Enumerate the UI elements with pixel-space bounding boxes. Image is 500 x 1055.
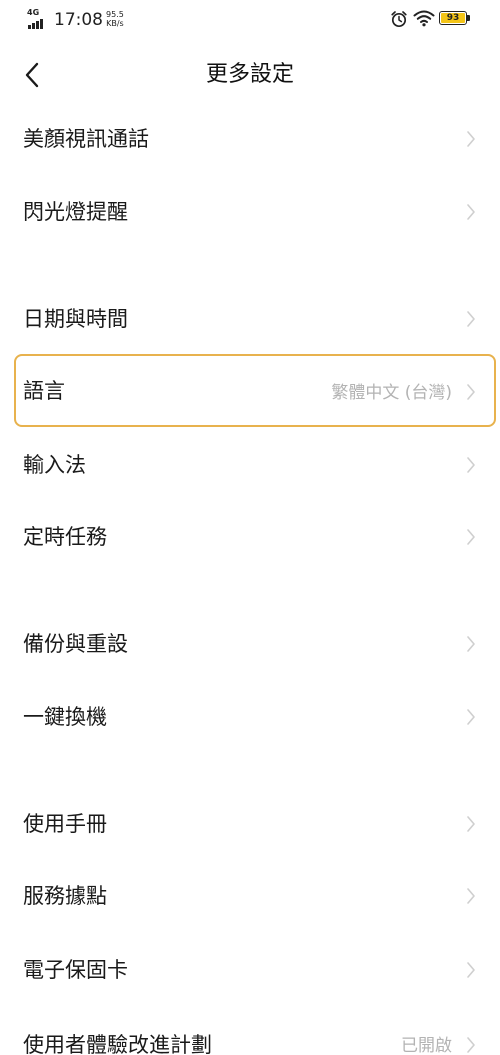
setting-input-method[interactable]: 輸入法 xyxy=(0,433,500,497)
network-speed-value: 95.5 xyxy=(106,10,124,19)
setting-date-time[interactable]: 日期與時間 xyxy=(0,287,500,351)
setting-label: 美顏視訊通話 xyxy=(23,127,149,151)
chevron-right-icon xyxy=(467,636,475,652)
chevron-right-icon xyxy=(467,709,475,725)
header: 更多設定 xyxy=(0,45,500,105)
setting-label: 使用者體驗改進計劃 xyxy=(23,1033,212,1055)
status-time: 17:08 xyxy=(54,10,103,30)
chevron-right-icon xyxy=(467,816,475,832)
cellular-status: 4G xyxy=(27,8,47,30)
setting-e-warranty-card[interactable]: 電子保固卡 xyxy=(0,938,500,1002)
status-bar: 4G 17:08 95.5 KB/s 93 xyxy=(0,0,500,40)
setting-label: 閃光燈提醒 xyxy=(23,200,128,224)
setting-user-experience-program[interactable]: 使用者體驗改進計劃 已開啟 xyxy=(0,1013,500,1055)
battery-icon: 93 xyxy=(439,11,471,27)
page-title: 更多設定 xyxy=(205,62,294,87)
signal-icon xyxy=(28,19,44,29)
setting-value: 已開啟 xyxy=(401,1036,452,1055)
chevron-right-icon xyxy=(467,131,475,147)
setting-flash-reminder[interactable]: 閃光燈提醒 xyxy=(0,180,500,244)
chevron-right-icon xyxy=(467,529,475,545)
battery-level: 93 xyxy=(441,13,465,23)
setting-language[interactable]: 語言 繁體中文 (台灣) xyxy=(0,354,500,427)
wifi-icon xyxy=(413,10,435,27)
network-type: 4G xyxy=(27,8,40,17)
network-speed-unit: KB/s xyxy=(106,19,124,28)
setting-beauty-video-call[interactable]: 美顏視訊通話 xyxy=(0,107,500,171)
setting-label: 服務據點 xyxy=(23,884,107,908)
setting-label: 使用手冊 xyxy=(23,812,107,836)
chevron-right-icon xyxy=(467,204,475,220)
setting-label: 定時任務 xyxy=(23,525,107,549)
setting-label: 語言 xyxy=(23,379,65,403)
setting-scheduled-tasks[interactable]: 定時任務 xyxy=(0,505,500,569)
alarm-icon xyxy=(391,11,407,28)
chevron-right-icon xyxy=(467,962,475,978)
setting-value: 繁體中文 (台灣) xyxy=(331,383,452,403)
network-speed: 95.5 KB/s xyxy=(106,10,124,28)
setting-label: 輸入法 xyxy=(23,453,86,477)
setting-label: 一鍵換機 xyxy=(23,705,107,729)
setting-label: 日期與時間 xyxy=(23,307,128,331)
setting-label: 備份與重設 xyxy=(23,632,128,656)
setting-user-manual[interactable]: 使用手冊 xyxy=(0,792,500,856)
setting-label: 電子保固卡 xyxy=(23,958,128,982)
chevron-right-icon xyxy=(467,457,475,473)
chevron-right-icon xyxy=(467,384,475,400)
setting-backup-reset[interactable]: 備份與重設 xyxy=(0,612,500,676)
chevron-right-icon xyxy=(467,311,475,327)
setting-service-centers[interactable]: 服務據點 xyxy=(0,864,500,928)
chevron-right-icon xyxy=(467,1037,475,1053)
chevron-right-icon xyxy=(467,888,475,904)
setting-phone-clone[interactable]: 一鍵換機 xyxy=(0,685,500,749)
